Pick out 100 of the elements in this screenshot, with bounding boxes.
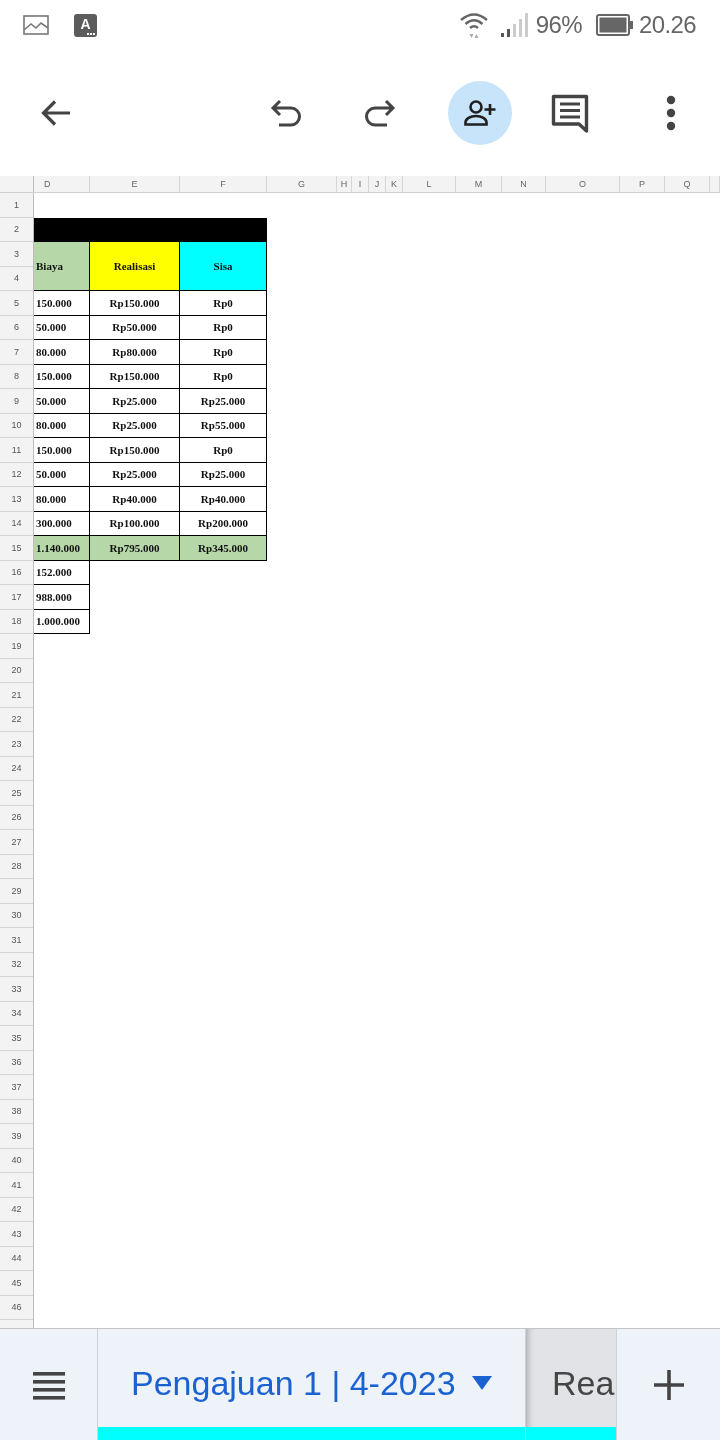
row-number: 8: [0, 364, 33, 389]
row-number: 23: [0, 732, 33, 757]
row-number: 9: [0, 389, 33, 414]
table-cell: 150.000: [34, 364, 90, 389]
table-cell: Rp100.000: [90, 511, 180, 536]
row-number: 5: [0, 291, 33, 316]
table-cell: Rp0: [180, 438, 267, 463]
header-cell: Biaya: [34, 242, 90, 291]
row-number: 34: [0, 1001, 33, 1026]
column-letter: H: [337, 176, 352, 192]
table-cell: 50.000: [34, 462, 90, 487]
table-cell: 300.000: [34, 511, 90, 536]
add-person-icon: [463, 99, 497, 127]
row-number: 40: [0, 1148, 33, 1173]
column-letter: N: [502, 176, 546, 192]
row-number: 3: [0, 242, 33, 267]
battery-icon: [595, 14, 633, 36]
table-cell: Rp25.000: [180, 389, 267, 414]
table-cell: Rp0: [180, 364, 267, 389]
column-letter: D: [34, 176, 90, 192]
column-letter: G: [267, 176, 337, 192]
redo-icon[interactable]: [364, 99, 396, 127]
table-cell: 80.000: [34, 413, 90, 438]
table-cell: Rp80.000: [90, 340, 180, 365]
row-number: 15: [0, 536, 33, 561]
row-number: 14: [0, 511, 33, 536]
back-arrow-icon[interactable]: [40, 98, 72, 128]
row-number: 43: [0, 1222, 33, 1247]
column-letter: O: [546, 176, 620, 192]
dropdown-caret-icon[interactable]: [472, 1376, 492, 1390]
table-cell: Rp0: [180, 315, 267, 340]
table-cell: 80.000: [34, 340, 90, 365]
row-number: 13: [0, 487, 33, 512]
header-cell: Realisasi: [90, 242, 180, 291]
table-cell: 150.000: [34, 438, 90, 463]
column-letter: F: [180, 176, 267, 192]
table-cell: 1.000.000: [34, 609, 90, 634]
row-number: 28: [0, 854, 33, 879]
table-cell: Rp345.000: [180, 536, 267, 561]
menu-icon[interactable]: [32, 1371, 65, 1400]
row-number: 35: [0, 1026, 33, 1051]
undo-icon[interactable]: [270, 99, 302, 127]
table-cell: 988.000: [34, 585, 90, 610]
row-number: 26: [0, 805, 33, 830]
table-cell: 150.000: [34, 291, 90, 316]
table-cell: 152.000: [34, 560, 90, 585]
row-number: 36: [0, 1050, 33, 1075]
more-options-icon[interactable]: [666, 95, 676, 131]
table-cell: Rp150.000: [90, 291, 180, 316]
row-number: 11: [0, 438, 33, 463]
column-letter: I: [352, 176, 369, 192]
row-number: 1: [0, 193, 33, 218]
add-sheet-icon[interactable]: [653, 1369, 684, 1400]
table-cell: 50.000: [34, 389, 90, 414]
row-number: 31: [0, 928, 33, 953]
row-number: 41: [0, 1173, 33, 1198]
sheet-tab[interactable]: Pengajuan 1 | 4-2023: [97, 1329, 525, 1440]
clock-time: 20.26: [638, 13, 696, 37]
column-letter: K: [386, 176, 403, 192]
table-cell: 1.140.000: [34, 536, 90, 561]
table-cell: Rp55.000: [180, 413, 267, 438]
row-number: 2: [0, 217, 33, 242]
table-cell: Rp25.000: [90, 413, 180, 438]
column-letter: J: [369, 176, 386, 192]
row-number: 39: [0, 1124, 33, 1149]
table-cell: 80.000: [34, 487, 90, 512]
row-number: 27: [0, 830, 33, 855]
table-cell: Rp25.000: [90, 389, 180, 414]
row-number: 21: [0, 683, 33, 708]
table-cell: Rp0: [180, 340, 267, 365]
row-number: 22: [0, 707, 33, 732]
row-number: 17: [0, 585, 33, 610]
table-cell: Rp200.000: [180, 511, 267, 536]
battery-percentage: 96%: [535, 13, 582, 37]
comment-icon[interactable]: [550, 93, 590, 133]
image-icon: [23, 15, 49, 35]
table-cell: Rp25.000: [180, 462, 267, 487]
row-number: 32: [0, 952, 33, 977]
wifi-icon: [458, 10, 489, 40]
row-number: 19: [0, 634, 33, 659]
row-number: 20: [0, 658, 33, 683]
table-cell: Rp795.000: [90, 536, 180, 561]
signal-icon: [500, 13, 529, 37]
column-letter: E: [90, 176, 180, 192]
row-number: 37: [0, 1075, 33, 1100]
row-number: 18: [0, 609, 33, 634]
table-cell: Rp40.000: [180, 487, 267, 512]
row-number: 44: [0, 1246, 33, 1271]
row-number: 33: [0, 977, 33, 1002]
header-cell: Sisa: [180, 242, 267, 291]
row-number: 38: [0, 1099, 33, 1124]
row-number: 25: [0, 781, 33, 806]
sheet-tab[interactable]: Rea: [525, 1329, 616, 1440]
row-number: 16: [0, 560, 33, 585]
column-letter: M: [456, 176, 502, 192]
row-number: 30: [0, 903, 33, 928]
row-number: 45: [0, 1271, 33, 1296]
table-cell: Rp40.000: [90, 487, 180, 512]
table-cell: 50.000: [34, 315, 90, 340]
row-number: 10: [0, 413, 33, 438]
